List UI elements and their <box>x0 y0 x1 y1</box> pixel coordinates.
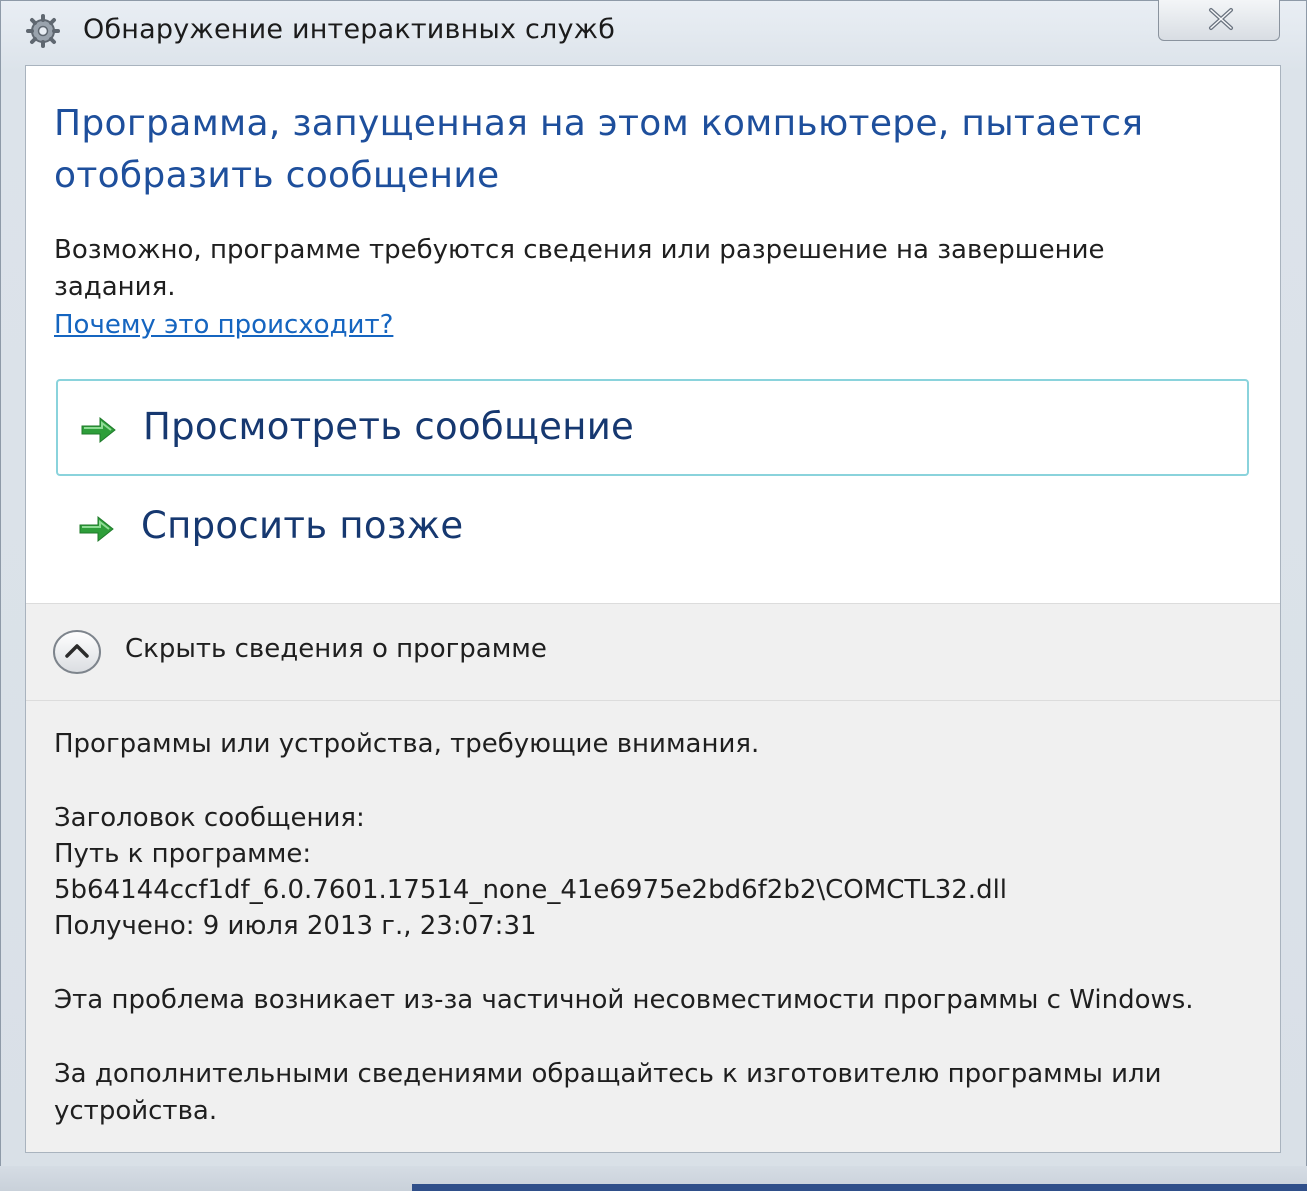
close-button[interactable] <box>1158 0 1280 41</box>
services-gear-icon <box>23 13 63 49</box>
view-message-button[interactable]: Просмотреть сообщение <box>56 379 1249 476</box>
details-intro: Программы или устройства, требующие вним… <box>54 729 760 759</box>
dialog-window: Обнаружение интерактивных служб Программ… <box>0 0 1307 1191</box>
program-path-value: 5b64144ccf1df_6.0.7601.17514_none_41e697… <box>54 875 1008 905</box>
problem-text: Эта проблема возникает из-за частичной н… <box>54 985 1194 1015</box>
taskbar-edge <box>412 1184 1307 1191</box>
message-title-label: Заголовок сообщения: <box>54 803 365 833</box>
details-panel: Программы или устройства, требующие вним… <box>26 701 1280 1152</box>
details-expander: Скрыть сведения о программе <box>26 603 1280 701</box>
title-bar[interactable]: Обнаружение интерактивных служб <box>1 0 1306 63</box>
ask-later-label: Спросить позже <box>141 504 464 547</box>
description-text: Возможно, программе требуются сведения и… <box>54 235 1105 302</box>
green-arrow-icon <box>80 415 118 445</box>
why-link[interactable]: Почему это происходит? <box>54 307 393 344</box>
main-instruction: Программа, запущенная на этом компьютере… <box>54 103 1144 196</box>
hide-details-label[interactable]: Скрыть сведения о программе <box>125 634 547 664</box>
chevron-up-icon <box>53 630 101 674</box>
program-path-label: Путь к программе: <box>54 839 312 869</box>
window-title: Обнаружение интерактивных служб <box>83 14 616 45</box>
close-icon <box>1209 8 1233 30</box>
contact-text: За дополнительными сведениями обращайтес… <box>54 1059 1162 1126</box>
received-timestamp: Получено: 9 июля 2013 г., 23:07:31 <box>54 911 537 941</box>
dialog-content: Программа, запущенная на этом компьютере… <box>25 65 1281 1153</box>
bottom-edge <box>0 1166 1307 1191</box>
hide-details-button[interactable] <box>52 629 102 675</box>
green-arrow-icon <box>78 514 116 544</box>
view-message-label: Просмотреть сообщение <box>143 405 635 448</box>
ask-later-button[interactable]: Спросить позже <box>56 480 1249 577</box>
